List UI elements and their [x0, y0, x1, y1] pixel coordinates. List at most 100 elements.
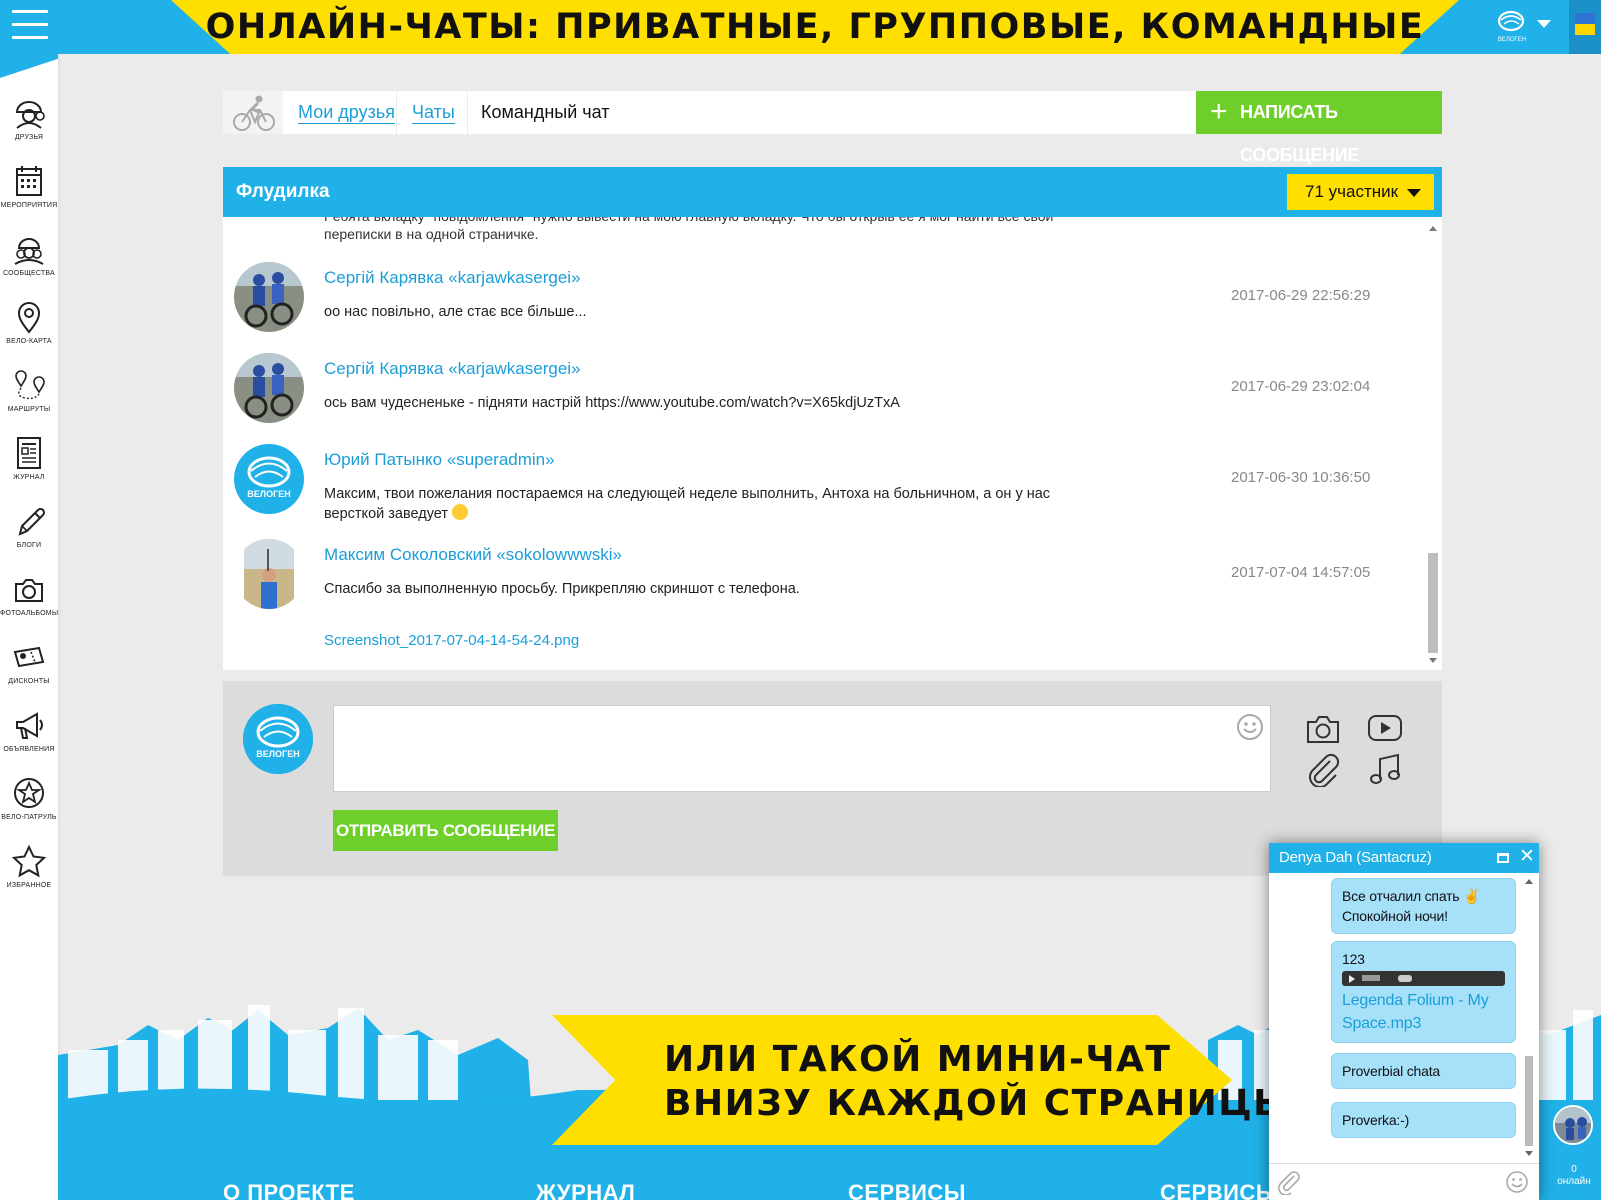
audio-file-link[interactable]: Legenda Folium - My Space.mp3: [1342, 989, 1505, 1035]
sidebar-item-communities[interactable]: СООБЩЕСТВА: [0, 228, 58, 292]
avatar[interactable]: ВЕЛОГЕН: [234, 444, 304, 514]
maximize-icon[interactable]: [1497, 853, 1509, 863]
avatar-logo-text: ВЕЛОГЕН: [256, 749, 299, 759]
paperclip-icon[interactable]: [1277, 1171, 1301, 1195]
scroll-down-arrow-icon[interactable]: [1525, 1151, 1533, 1156]
mini-chat-window: Denya Dah (Santacruz) ✕ Все отчалил спат…: [1269, 843, 1539, 1200]
mini-chat-bubble: Proverka:-): [1331, 1102, 1516, 1138]
breadcrumb-chats-link[interactable]: Чаты: [412, 91, 455, 134]
message-text: Максим, твои пожелания постараемся на сл…: [324, 486, 1051, 522]
message-timestamp: 2017-06-29 23:02:04: [1231, 378, 1371, 395]
top-banner-text: ОНЛАЙН-ЧАТЫ: ПРИВАТНЫЕ, ГРУППОВЫЕ, КОМАН…: [205, 7, 1425, 47]
emoji-picker-icon[interactable]: [1236, 713, 1264, 746]
sidebar-item-label: ВЕЛО-ПАТРУЛЬ: [1, 814, 57, 821]
sidebar-item-discounts[interactable]: ДИСКОНТЫ: [0, 636, 58, 700]
mini-chat-header[interactable]: Denya Dah (Santacruz) ✕: [1269, 843, 1539, 873]
mini-chat-scrollbar[interactable]: [1522, 873, 1536, 1163]
journal-icon: [17, 437, 41, 469]
message-list[interactable]: Ребята вкладку "повідомлення" нужно выве…: [223, 217, 1442, 670]
footer-column-journal[interactable]: ЖУРНАЛ: [536, 1180, 635, 1200]
sidebar-item-events[interactable]: МЕРОПРИЯТИЯ: [0, 160, 58, 224]
online-count-badge[interactable]: 0 онлайн: [1554, 1156, 1594, 1196]
scrollbar-thumb[interactable]: [1525, 1056, 1533, 1146]
close-icon[interactable]: ✕: [1519, 847, 1535, 867]
volume-icon[interactable]: [1362, 975, 1380, 981]
write-message-button[interactable]: + НАПИСАТЬ СООБЩЕНИЕ: [1196, 91, 1442, 165]
camera-icon: [15, 579, 43, 602]
scroll-up-arrow-icon[interactable]: [1525, 879, 1533, 884]
routes-icon: [15, 370, 45, 400]
send-message-button[interactable]: ОТПРАВИТЬ СООБЩЕНИЕ: [333, 810, 558, 851]
scrollbar-thumb[interactable]: [1428, 553, 1438, 653]
attach-video-youtube-icon[interactable]: [1367, 714, 1403, 747]
calendar-icon: [16, 166, 42, 196]
online-user-avatar[interactable]: [1553, 1105, 1593, 1145]
members-count: 71 участник: [1305, 182, 1399, 201]
message-timestamp: 2017-06-29 22:56:29: [1231, 287, 1371, 304]
scroll-up-arrow-icon[interactable]: [1429, 226, 1437, 231]
message-text: ось вам чудесненьке - підняти настрій ht…: [324, 395, 900, 411]
avatar[interactable]: [234, 353, 304, 423]
chat-title: Флудилка: [236, 181, 330, 202]
audio-progress-handle[interactable]: [1398, 975, 1412, 982]
sidebar-item-blogs[interactable]: БЛОГИ: [0, 500, 58, 564]
avatar[interactable]: [234, 262, 304, 332]
play-icon[interactable]: [1349, 975, 1355, 983]
star-icon: [11, 844, 47, 878]
sidebar-item-photo-albums[interactable]: ФОТОАЛЬБОМЫ: [0, 568, 58, 632]
message-list-scrollbar[interactable]: [1424, 217, 1442, 670]
sidebar-item-label: МЕРОПРИЯТИЯ: [0, 202, 58, 209]
mini-chat-messages[interactable]: Все отчалил спать ✌ Спокойной ночи! 123 …: [1269, 873, 1539, 1163]
sidebar-item-journal[interactable]: ЖУРНАЛ: [0, 432, 58, 496]
footer-column-services[interactable]: СЕРВИСЫ: [848, 1180, 966, 1200]
brand-dropdown-caret-icon[interactable]: [1537, 20, 1551, 28]
sidebar-item-routes[interactable]: МАРШРУТЫ: [0, 364, 58, 428]
mini-chat-input[interactable]: [1305, 1169, 1495, 1195]
message-author[interactable]: Юрий Патынко «superadmin»: [324, 450, 555, 470]
sidebar-item-friends[interactable]: ДРУЗЬЯ: [0, 92, 58, 156]
message-author[interactable]: Сергій Карявка «karjawkasergei»: [324, 268, 581, 288]
audio-player[interactable]: [1342, 971, 1505, 986]
pencil-icon: [18, 507, 46, 536]
message-text: Спасибо за выполненную просьбу. Прикрепл…: [324, 581, 800, 597]
communities-icon: [14, 238, 44, 265]
breadcrumb-friends-link[interactable]: Мои друзья: [298, 91, 395, 134]
message-timestamp: 2017-07-04 14:57:05: [1231, 564, 1371, 581]
attach-photo-camera-icon[interactable]: [1306, 714, 1340, 749]
banner-line-2: ВНИЗУ КАЖДОЙ СТРАНИЦЫ: [664, 1083, 1292, 1124]
message-composer: ВЕЛОГЕН ОТПРАВИТЬ СООБЩЕНИЕ: [223, 681, 1442, 876]
breadcrumb-divider: [467, 91, 468, 134]
brand-logo-text: ВЕЛОГЕН: [1498, 37, 1526, 43]
footer-column-about[interactable]: О ПРОЕКТЕ: [223, 1180, 355, 1200]
sidebar-item-favorites[interactable]: ИЗБРАННОЕ: [0, 840, 58, 904]
sidebar-item-ads[interactable]: ОБЪЯВЛЕНИЯ: [0, 704, 58, 768]
attach-audio-music-note-icon[interactable]: [1367, 751, 1403, 792]
attach-file-paperclip-icon[interactable]: [1306, 753, 1340, 792]
emoji-picker-icon[interactable]: [1505, 1170, 1529, 1194]
avatar[interactable]: ВЕЛОГЕН: [243, 704, 313, 774]
bottom-promo-banner: ИЛИ ТАКОЙ МИНИ-ЧАТ ВНИЗУ КАЖДОЙ СТРАНИЦЫ: [552, 1015, 1290, 1145]
online-count: 0: [1571, 1164, 1577, 1175]
message-author[interactable]: Сергій Карявка «karjawkasergei»: [324, 359, 581, 379]
attachment-link[interactable]: Screenshot_2017-07-04-14-54-24.png: [324, 632, 579, 649]
message-text-cut: Ребята вкладку "повідомлення" нужно выве…: [324, 217, 1053, 242]
sidebar-corner-decoration: [0, 54, 58, 78]
avatar-logo-text: ВЕЛОГЕН: [247, 489, 290, 499]
menu-hamburger-icon[interactable]: [12, 10, 48, 40]
message-input[interactable]: [333, 705, 1271, 792]
sidebar-item-bike-map[interactable]: ВЕЛО-КАРТА: [0, 296, 58, 360]
members-dropdown[interactable]: 71 участник: [1287, 174, 1434, 210]
scroll-down-arrow-icon[interactable]: [1429, 658, 1437, 663]
brand-logo-icon[interactable]: ВЕЛОГЕН: [1494, 8, 1530, 44]
avatar[interactable]: [234, 539, 304, 609]
sidebar-item-label: ДИСКОНТЫ: [8, 678, 50, 685]
message-timestamp: 2017-06-30 10:36:50: [1231, 469, 1371, 486]
online-label: онлайн: [1557, 1176, 1591, 1187]
message-author[interactable]: Максим Соколовский «sokolowwwski»: [324, 545, 622, 565]
left-sidebar: ДРУЗЬЯ МЕРОПРИЯТИЯ СООБЩЕСТВА ВЕЛО-КАРТА…: [0, 54, 58, 1200]
footer-column-services-2[interactable]: СЕРВИСЫ: [1160, 1180, 1278, 1200]
sidebar-item-bike-patrol[interactable]: ВЕЛО-ПАТРУЛЬ: [0, 772, 58, 836]
language-flag-icon[interactable]: [1569, 0, 1601, 54]
breadcrumb-current: Командный чат: [481, 102, 610, 122]
chat-header: Флудилка 71 участник: [223, 167, 1442, 217]
